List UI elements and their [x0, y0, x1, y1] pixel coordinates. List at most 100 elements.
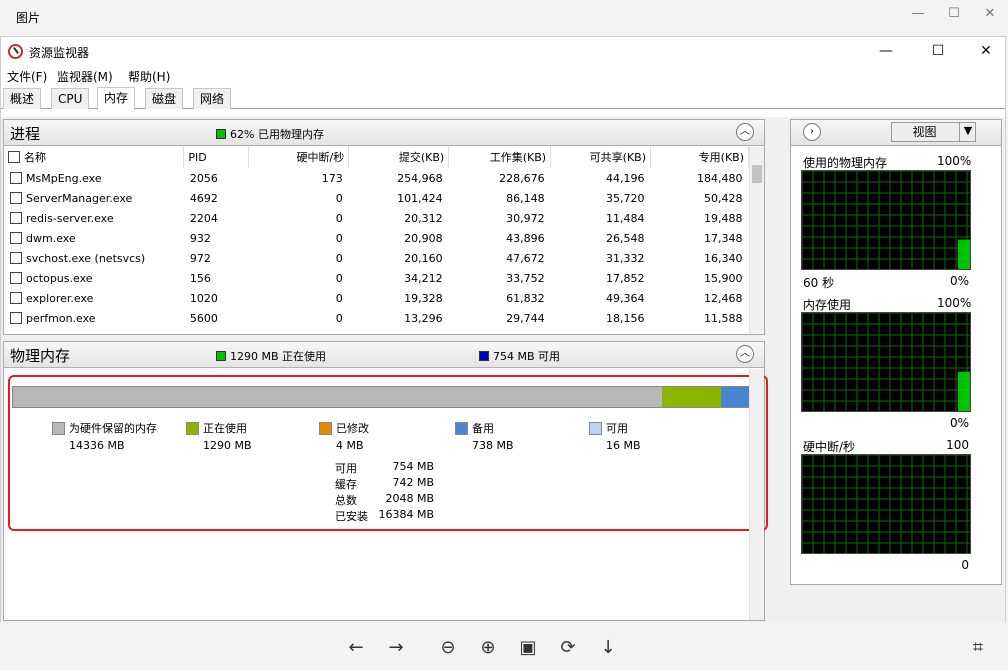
- legend-swatch: [52, 422, 65, 435]
- tab-overview[interactable]: 概述: [3, 88, 42, 109]
- graph-title: 使用的物理内存: [803, 156, 888, 170]
- rotate-icon[interactable]: ⟳: [556, 636, 580, 660]
- physical-scrollbar[interactable]: [749, 369, 764, 620]
- process-cell: 13,296: [404, 311, 443, 325]
- legend-value: 14336 MB: [69, 439, 125, 452]
- resource-monitor-window: 资源监视器 — ☐ ✕ 文件(F) 监视器(M) 帮助(H) 概述 CPU 内存…: [0, 36, 1006, 622]
- legend-item: 已修改 4 MB: [319, 420, 369, 452]
- process-cell: 0: [335, 271, 343, 285]
- process-cell: 0: [335, 191, 343, 205]
- collapse-process-icon[interactable]: ︿: [736, 123, 754, 141]
- photos-maximize-icon[interactable]: ☐: [944, 4, 964, 24]
- graph-time: 60 秒: [803, 276, 835, 290]
- process-cell: 1020: [189, 291, 218, 305]
- process-checkbox[interactable]: [10, 231, 22, 244]
- collapse-physical-icon[interactable]: ︿: [736, 345, 754, 363]
- maximize-icon[interactable]: ☐: [923, 40, 953, 62]
- text-scan-icon[interactable]: ⌗: [966, 636, 990, 660]
- col-shareable[interactable]: 可共享(KB): [550, 146, 652, 168]
- tab-strip: 概述 CPU 内存 磁盘 网络: [1, 87, 1005, 110]
- previous-icon[interactable]: ←: [344, 636, 368, 660]
- menu-monitor[interactable]: 监视器(M): [57, 68, 113, 85]
- process-row[interactable]: explorer.exe 1020 0 19,328 61,832 49,364 12,46…: [4, 288, 749, 308]
- process-scrollbar[interactable]: [749, 147, 764, 334]
- process-cell: 33,752: [506, 271, 545, 285]
- col-hard-faults[interactable]: 硬中断/秒: [248, 146, 350, 168]
- photos-minimize-icon[interactable]: —: [908, 4, 928, 24]
- legend-label: 为硬件保留的内存: [69, 422, 157, 435]
- close-icon[interactable]: ✕: [971, 40, 1001, 62]
- process-checkbox[interactable]: [10, 211, 22, 224]
- process-row[interactable]: octopus.exe 156 0 34,212 33,752 17,852 15,900: [4, 268, 749, 288]
- process-cell: 5600: [189, 311, 218, 325]
- legend-value: 16 MB: [606, 439, 641, 452]
- process-cell: 11,588: [704, 311, 743, 325]
- process-cell: 49,364: [606, 291, 645, 305]
- legend-value: 1290 MB: [203, 439, 252, 452]
- process-checkbox[interactable]: [10, 271, 22, 284]
- fit-icon[interactable]: ▣: [516, 636, 540, 660]
- stat-value: 742 MB: [392, 476, 434, 489]
- view-dropdown-icon[interactable]: ▼: [959, 122, 976, 142]
- graph-max: 100: [946, 438, 969, 452]
- tab-network[interactable]: 网络: [193, 88, 232, 109]
- process-cell: 0: [335, 211, 343, 225]
- process-row[interactable]: dwm.exe 932 0 20,908 43,896 26,548 17,348: [4, 228, 749, 248]
- select-all-checkbox[interactable]: [8, 151, 20, 163]
- physical-header[interactable]: 物理内存 1290 MB 正在使用 754 MB 可用 ︿: [4, 342, 764, 368]
- process-row[interactable]: svchost.exe (netsvcs) 972 0 20,160 47,672 31,…: [4, 248, 749, 268]
- memory-bar-reserved: [13, 387, 663, 407]
- available-text: 754 MB 可用: [493, 350, 561, 363]
- legend-swatch: [319, 422, 332, 435]
- col-pid[interactable]: PID: [183, 146, 250, 168]
- menu-file[interactable]: 文件(F): [7, 68, 47, 85]
- process-cell: 101,424: [397, 191, 443, 205]
- process-checkbox[interactable]: [10, 191, 22, 204]
- expand-side-icon[interactable]: ›: [803, 123, 821, 141]
- resource-monitor-icon: [8, 44, 23, 59]
- process-row[interactable]: perfmon.exe 5600 0 13,296 29,744 18,156 11,588: [4, 308, 749, 328]
- process-checkbox[interactable]: [10, 171, 22, 184]
- graph-canvas: [801, 312, 971, 412]
- process-cell: ServerManager.exe: [26, 191, 133, 205]
- process-cell: 50,428: [704, 191, 743, 205]
- process-row[interactable]: redis-server.exe 2204 0 20,312 30,972 11,484 1…: [4, 208, 749, 228]
- process-cell: 44,196: [606, 171, 645, 185]
- download-icon[interactable]: ↓: [596, 636, 620, 660]
- next-icon[interactable]: →: [384, 636, 408, 660]
- process-checkbox[interactable]: [10, 311, 22, 324]
- legend-label: 已修改: [336, 422, 369, 435]
- tab-cpu[interactable]: CPU: [51, 88, 90, 109]
- scroll-thumb[interactable]: [752, 165, 762, 183]
- tab-memory[interactable]: 内存: [97, 87, 136, 110]
- graph-grid: [801, 454, 970, 553]
- zoom-in-icon[interactable]: ⊕: [476, 636, 500, 660]
- process-row[interactable]: ServerManager.exe 4692 0 101,424 86,148 35,72…: [4, 188, 749, 208]
- process-checkbox[interactable]: [10, 251, 22, 264]
- stat-value: 2048 MB: [385, 492, 434, 505]
- photos-close-icon[interactable]: ✕: [980, 4, 1000, 24]
- menu-help[interactable]: 帮助(H): [128, 68, 170, 85]
- graph-min: 0%: [949, 274, 969, 288]
- process-table-header: 名称 PID 硬中断/秒 提交(KB) 工作集(KB) 可共享(KB) 专用(K…: [4, 146, 749, 168]
- process-checkbox[interactable]: [10, 291, 22, 304]
- legend-item: 可用 16 MB: [589, 420, 641, 452]
- col-private[interactable]: 专用(KB): [650, 146, 749, 168]
- process-cell: 173: [321, 171, 343, 185]
- tab-disk[interactable]: 磁盘: [145, 88, 184, 109]
- process-cell: 20,908: [404, 231, 443, 245]
- process-cell: MsMpEng.exe: [26, 171, 102, 185]
- process-cell: 184,480: [697, 171, 743, 185]
- graph-fill: [958, 371, 970, 411]
- photos-title: 图片: [16, 11, 41, 25]
- zoom-out-icon[interactable]: ⊖: [436, 636, 460, 660]
- process-cell: 0: [335, 231, 343, 245]
- process-header[interactable]: 进程 62% 已用物理内存 ︿: [4, 120, 764, 146]
- process-cell: 43,896: [506, 231, 545, 245]
- process-row[interactable]: MsMpEng.exe 2056 173 254,968 228,676 44,196 18…: [4, 168, 749, 188]
- col-commit[interactable]: 提交(KB): [348, 146, 450, 168]
- minimize-icon[interactable]: —: [871, 40, 901, 62]
- col-working-set[interactable]: 工作集(KB): [448, 146, 552, 168]
- usage-text: 62% 已用物理内存: [230, 128, 324, 141]
- col-name[interactable]: 名称: [4, 146, 185, 168]
